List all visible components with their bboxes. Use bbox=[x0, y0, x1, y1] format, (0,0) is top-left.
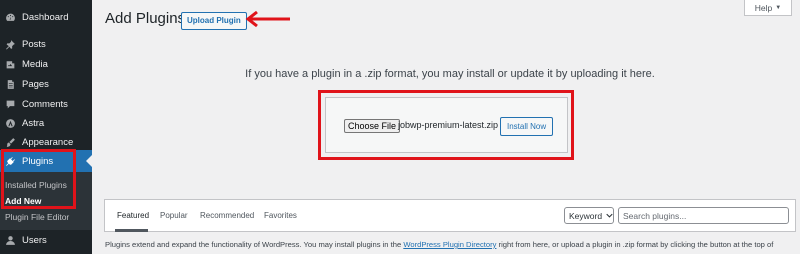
admin-sidebar: Dashboard Posts Media Pages Comments Ast… bbox=[0, 0, 92, 254]
description-text: Plugins extend and expand the functional… bbox=[105, 240, 404, 249]
sidebar-item-label: Pages bbox=[22, 78, 49, 90]
page-title: Add Plugins bbox=[105, 10, 186, 27]
sidebar-item-media[interactable]: Media bbox=[0, 53, 92, 75]
tab-favorites[interactable]: Favorites bbox=[264, 211, 297, 220]
upload-plugin-button[interactable]: Upload Plugin bbox=[181, 12, 247, 30]
media-icon bbox=[4, 58, 16, 70]
astra-icon bbox=[4, 117, 16, 129]
sidebar-item-dashboard[interactable]: Dashboard bbox=[0, 6, 92, 28]
sidebar-item-label: Media bbox=[22, 58, 48, 70]
annotation-highlight-upload-form bbox=[318, 90, 574, 160]
sidebar-item-label: Posts bbox=[22, 38, 46, 50]
search-plugins-input[interactable] bbox=[618, 207, 789, 224]
brush-icon bbox=[4, 136, 16, 148]
sidebar-item-label: Comments bbox=[22, 98, 68, 110]
help-label: Help bbox=[754, 2, 773, 13]
upload-instructions: If you have a plugin in a .zip format, y… bbox=[245, 68, 655, 80]
help-tab-button[interactable]: Help ▼ bbox=[744, 0, 792, 16]
pin-icon bbox=[4, 38, 16, 50]
sidebar-item-label: Dashboard bbox=[22, 11, 69, 23]
chevron-down-icon bbox=[606, 213, 613, 218]
search-type-value: Keyword bbox=[569, 210, 603, 221]
sidebar-item-posts[interactable]: Posts bbox=[0, 33, 92, 55]
sidebar-item-label: Appearance bbox=[22, 136, 74, 148]
annotation-arrow-icon bbox=[245, 10, 290, 28]
tab-featured[interactable]: Featured bbox=[117, 211, 149, 220]
caret-down-icon: ▼ bbox=[775, 4, 782, 11]
tab-recommended[interactable]: Recommended bbox=[200, 211, 254, 220]
pages-icon bbox=[4, 78, 16, 90]
sidebar-item-pages[interactable]: Pages bbox=[0, 73, 92, 95]
plugin-directory-link[interactable]: WordPress Plugin Directory bbox=[403, 240, 496, 249]
sidebar-item-label: Users bbox=[22, 234, 47, 246]
sidebar-item-label: Astra bbox=[22, 117, 45, 129]
active-indicator bbox=[86, 155, 92, 167]
sidebar-item-users[interactable]: Users bbox=[0, 229, 92, 251]
tab-popular[interactable]: Popular bbox=[160, 211, 188, 220]
plugins-description: Plugins extend and expand the functional… bbox=[105, 240, 800, 249]
submenu-plugin-file-editor[interactable]: Plugin File Editor bbox=[5, 212, 69, 222]
description-text-end: right from here, or upload a plugin in .… bbox=[496, 240, 774, 249]
search-type-select[interactable]: Keyword bbox=[564, 207, 614, 224]
user-icon bbox=[4, 234, 16, 246]
comment-icon bbox=[4, 98, 16, 110]
current-tab-indicator bbox=[115, 229, 148, 232]
annotation-highlight-plugins bbox=[1, 149, 76, 209]
dashboard-icon bbox=[4, 11, 16, 23]
